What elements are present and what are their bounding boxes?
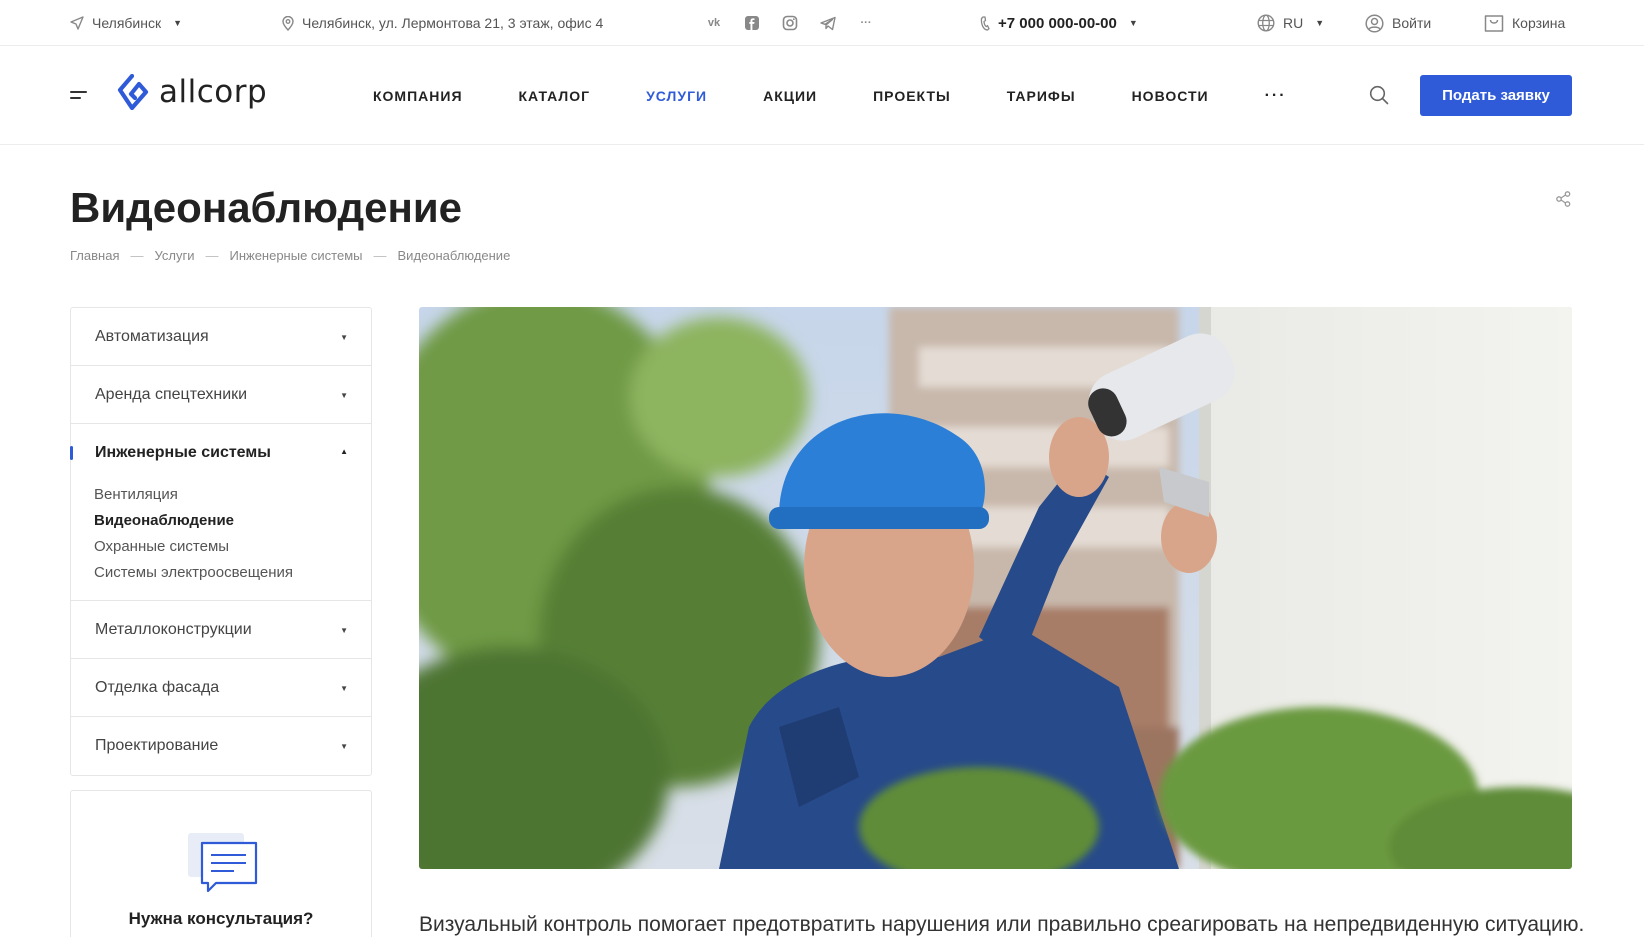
chevron-down-icon: ▼ <box>340 742 348 751</box>
cart-link[interactable]: Корзина <box>1484 0 1565 46</box>
chevron-down-icon: ▼ <box>340 333 348 342</box>
nav-item-services[interactable]: УСЛУГИ <box>646 88 707 104</box>
chevron-down-icon: ▼ <box>340 626 348 635</box>
chevron-down-icon: ▼ <box>340 684 348 693</box>
sidebar-item-label: Аренда спецтехники <box>95 385 248 403</box>
login-label: Войти <box>1392 15 1432 31</box>
address: Челябинск, ул. Лермонтова 21, 3 этаж, оф… <box>282 0 603 46</box>
sidebar-item-label: Проектирование <box>95 737 219 754</box>
sidebar-menu: Автоматизация ▼ Аренда спецтехники ▼ Инж… <box>70 307 372 776</box>
social-more-icon[interactable]: ··· <box>857 14 875 32</box>
address-text: Челябинск, ул. Лермонтова 21, 3 этаж, оф… <box>302 15 604 31</box>
sidebar-item-label: Инженерные системы <box>95 444 271 461</box>
submit-request-button[interactable]: Подать заявку <box>1420 75 1572 116</box>
vk-icon[interactable]: vk <box>705 14 723 32</box>
nav-item-promotions[interactable]: АКЦИИ <box>763 88 817 104</box>
nav-item-tariffs[interactable]: ТАРИФЫ <box>1007 88 1076 104</box>
user-icon <box>1365 13 1384 33</box>
instagram-icon[interactable] <box>781 14 799 32</box>
submenu-item-security-systems[interactable]: Охранные системы <box>94 534 371 560</box>
nav-item-projects[interactable]: ПРОЕКТЫ <box>873 88 951 104</box>
sidebar-item-design[interactable]: Проектирование ▼ <box>71 717 371 775</box>
globe-icon <box>1257 14 1275 32</box>
consultation-card: Нужна консультация? <box>70 790 372 937</box>
chevron-down-icon: ▼ <box>1128 18 1138 28</box>
breadcrumb-separator: — <box>205 248 219 263</box>
nav-more-icon[interactable]: ··· <box>1265 87 1287 105</box>
logo-mark-icon <box>117 74 149 110</box>
breadcrumb: Главная — Услуги — Инженерные системы — … <box>70 248 510 263</box>
consultation-title: Нужна консультация? <box>128 909 314 928</box>
sidebar-item-metal-structures[interactable]: Металлоконструкции ▼ <box>71 601 371 659</box>
social-links: vk ··· <box>705 0 875 46</box>
sidebar-item-label: Металлоконструкции <box>95 620 252 638</box>
sidebar-item-engineering-systems: Инженерные системы ▲ Вентиляция Видеонаб… <box>70 424 371 601</box>
top-bar: Челябинск ▼ Челябинск, ул. Лермонтова 21… <box>0 0 1644 46</box>
city-selector[interactable]: Челябинск ▼ <box>70 0 182 46</box>
submenu-item-ventilation[interactable]: Вентиляция <box>94 482 371 508</box>
city-label: Челябинск <box>92 15 162 31</box>
chevron-down-icon: ▼ <box>173 18 183 28</box>
sidebar-item-automation[interactable]: Автоматизация ▼ <box>71 308 371 366</box>
language-selector[interactable]: RU ▼ <box>1257 0 1324 46</box>
phone-number: +7 000 000-00-00 <box>998 14 1117 32</box>
page-title: Видеонаблюдение <box>70 184 463 231</box>
share-icon[interactable] <box>1556 191 1571 212</box>
search-icon[interactable] <box>1369 85 1389 110</box>
language-label: RU <box>1283 15 1304 31</box>
login-link[interactable]: Войти <box>1365 0 1431 46</box>
telegram-icon[interactable] <box>819 14 837 32</box>
map-pin-icon <box>282 15 294 31</box>
menu-burger-icon[interactable] <box>70 91 87 103</box>
breadcrumb-item[interactable]: Главная <box>70 248 119 263</box>
chevron-down-icon: ▼ <box>1315 18 1325 28</box>
chevron-down-icon: ▼ <box>340 391 348 400</box>
facebook-icon[interactable] <box>743 14 761 32</box>
submenu: Вентиляция Видеонаблюдение Охранные сист… <box>71 482 371 586</box>
breadcrumb-item[interactable]: Услуги <box>154 248 194 263</box>
submenu-item-video-surveillance[interactable]: Видеонаблюдение <box>94 508 371 534</box>
cart-icon <box>1484 14 1504 32</box>
breadcrumb-current: Видеонаблюдение <box>397 248 511 263</box>
nav-item-company[interactable]: КОМПАНИЯ <box>373 88 463 104</box>
sidebar-item-label: Автоматизация <box>95 327 209 345</box>
sidebar-item-equipment-rental[interactable]: Аренда спецтехники ▼ <box>71 366 371 424</box>
intro-text: Визуальный контроль помогает предотврати… <box>419 913 1585 936</box>
sidebar-item-header[interactable]: Инженерные системы ▲ <box>71 424 371 482</box>
main-header: allcorp КОМПАНИЯ КАТАЛОГ УСЛУГИ АКЦИИ ПР… <box>0 46 1644 145</box>
nav-item-news[interactable]: НОВОСТИ <box>1132 88 1209 104</box>
phone-icon <box>980 15 990 31</box>
location-arrow-icon <box>70 16 84 30</box>
main-nav: КОМПАНИЯ КАТАЛОГ УСЛУГИ АКЦИИ ПРОЕКТЫ ТА… <box>373 46 1343 145</box>
chat-bubble-icon <box>186 831 258 900</box>
logo[interactable]: allcorp <box>117 74 267 110</box>
chevron-up-icon: ▲ <box>340 447 348 456</box>
breadcrumb-item[interactable]: Инженерные системы <box>229 248 362 263</box>
hero-image <box>419 307 1572 869</box>
sidebar-item-label: Отделка фасада <box>95 678 220 696</box>
sidebar-item-facade-finishing[interactable]: Отделка фасада ▼ <box>71 659 371 717</box>
logo-text: allcorp <box>159 74 268 110</box>
submenu-item-lighting-systems[interactable]: Системы электроосвещения <box>94 560 371 586</box>
phone-selector[interactable]: +7 000 000-00-00 ▼ <box>980 0 1138 46</box>
cart-label: Корзина <box>1512 15 1566 31</box>
breadcrumb-separator: — <box>130 248 144 263</box>
breadcrumb-separator: — <box>373 248 387 263</box>
nav-item-catalog[interactable]: КАТАЛОГ <box>519 88 591 104</box>
